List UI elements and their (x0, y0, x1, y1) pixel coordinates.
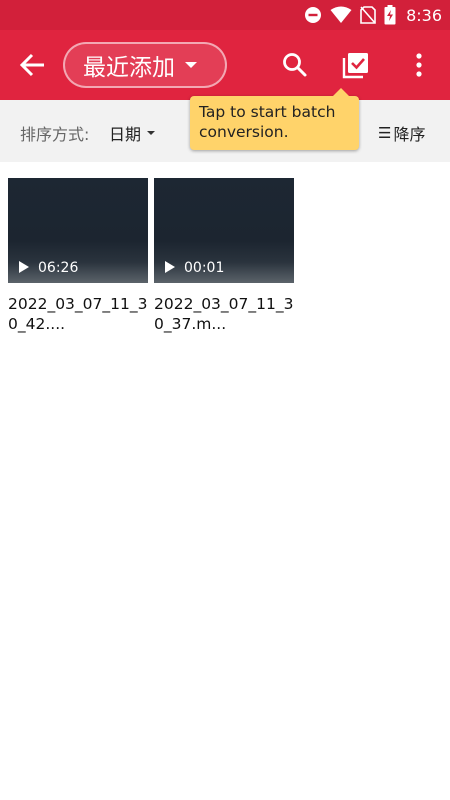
tooltip-text: Tap to start batch conversion. (199, 103, 336, 141)
play-icon (165, 261, 175, 273)
status-bar: 8:36 (0, 0, 450, 30)
do-not-disturb-icon (304, 6, 322, 24)
search-icon (283, 53, 307, 77)
sort-order-label: 降序 (393, 125, 426, 144)
video-thumbnail[interactable]: 00:01 (154, 178, 294, 283)
batch-convert-button[interactable] (342, 51, 370, 79)
album-selector[interactable]: 最近添加 (63, 42, 227, 88)
sort-field-dropdown[interactable]: 日期 (109, 121, 156, 145)
status-time: 8:36 (406, 5, 442, 25)
video-thumbnail[interactable]: 06:26 (8, 178, 148, 283)
sort-field-value: 日期 (109, 125, 142, 144)
video-filename: 2022_03_07_11_30_37.m... (154, 295, 294, 333)
play-icon (19, 261, 29, 273)
back-button[interactable] (14, 51, 48, 79)
wifi-icon (330, 6, 352, 24)
back-arrow-icon (19, 53, 44, 77)
video-item[interactable]: 00:01 2022_03_07_11_30_37.m... (154, 178, 294, 334)
app-bar: 最近添加 (0, 30, 450, 100)
album-title: 最近添加 (83, 55, 175, 81)
video-item[interactable]: 06:26 2022_03_07_11_30_42.... (8, 178, 148, 334)
batch-select-icon (342, 53, 368, 79)
chevron-down-icon (147, 131, 156, 135)
search-button[interactable] (281, 51, 309, 79)
sort-order-icon: ☰ (378, 124, 392, 142)
video-filename: 2022_03_07_11_30_42.... (8, 295, 148, 333)
batch-conversion-tooltip[interactable]: Tap to start batch conversion. (190, 88, 359, 150)
more-vert-icon (416, 53, 422, 77)
battery-charging-icon (384, 5, 396, 25)
video-duration: 06:26 (38, 260, 79, 276)
sort-order-toggle[interactable]: ☰ 降序 (378, 121, 425, 145)
no-sim-icon (360, 6, 376, 24)
more-options-button[interactable] (405, 51, 433, 79)
video-duration: 00:01 (184, 260, 225, 276)
sort-label: 排序方式: (20, 125, 90, 144)
dropdown-caret-icon (185, 62, 197, 68)
